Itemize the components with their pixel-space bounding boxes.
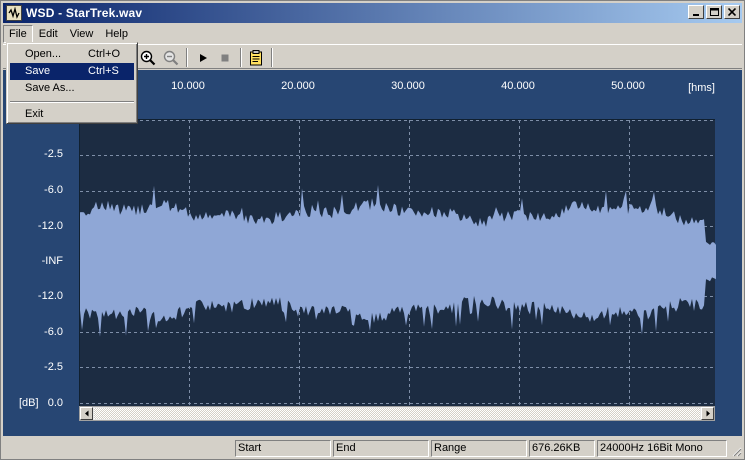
- status-bar: Start End Range 676.26KB 24000Hz 16Bit M…: [3, 438, 742, 457]
- properties-button[interactable]: [246, 48, 266, 67]
- maximize-button[interactable]: [706, 5, 722, 19]
- minimize-button[interactable]: [688, 5, 704, 19]
- zoom-out-icon: [163, 50, 179, 65]
- app-window: WSD - StarTrek.wav File Edit View Help 1…: [0, 0, 745, 460]
- time-unit-label: [hms]: [688, 82, 715, 94]
- zoom-out-button[interactable]: [161, 48, 181, 67]
- close-icon: [728, 8, 736, 16]
- status-start: Start: [235, 440, 331, 457]
- menu-bar: File Edit View Help: [3, 24, 742, 43]
- menu-item-save[interactable]: Save Ctrl+S: [10, 63, 134, 80]
- waveform-envelope: [80, 185, 716, 337]
- db-tick-label: -6.0: [44, 326, 63, 338]
- arrow-left-icon: [84, 410, 88, 417]
- menu-item-open[interactable]: Open... Ctrl+O: [10, 46, 134, 63]
- resize-grip-icon[interactable]: [730, 445, 742, 457]
- db-tick-label: -2.5: [44, 361, 63, 373]
- scrollbar-track[interactable]: [94, 408, 700, 419]
- db-unit-label: [dB]: [19, 397, 39, 409]
- horizontal-scrollbar[interactable]: [79, 406, 715, 421]
- db-tick-label: -12.0: [37, 290, 63, 302]
- play-button[interactable]: [193, 48, 213, 67]
- file-menu-dropdown: Open... Ctrl+O Save Ctrl+S Save As... Ex…: [6, 42, 138, 124]
- status-size: 676.26KB: [529, 440, 595, 457]
- title-bar[interactable]: WSD - StarTrek.wav: [3, 3, 742, 23]
- toolbar-separator: [240, 48, 242, 67]
- stop-icon: [221, 54, 229, 61]
- toolbar-separator: [186, 48, 188, 67]
- time-tick-label: 10.000: [171, 80, 205, 92]
- scroll-left-button[interactable]: [80, 407, 93, 420]
- time-tick-label: 40.000: [501, 80, 535, 92]
- zoom-in-icon: [140, 50, 156, 65]
- time-tick-label: 50.000: [611, 80, 645, 92]
- waveform-view[interactable]: 10.000 20.000 30.000 40.000 50.000 [hms]…: [3, 70, 742, 436]
- waveform-graphic: [80, 120, 716, 409]
- app-icon[interactable]: [6, 5, 22, 21]
- db-tick-label: -2.5: [44, 148, 63, 160]
- zoom-in-button[interactable]: [138, 48, 158, 67]
- menu-file[interactable]: File: [3, 24, 33, 43]
- time-tick-label: 20.000: [281, 80, 315, 92]
- status-format: 24000Hz 16Bit Mono: [597, 440, 727, 457]
- menu-edit[interactable]: Edit: [33, 25, 64, 43]
- play-icon: [200, 53, 207, 62]
- arrow-right-icon: [706, 410, 710, 417]
- scroll-right-button[interactable]: [701, 407, 714, 420]
- waveform-plot[interactable]: [79, 119, 716, 409]
- status-end: End: [333, 440, 429, 457]
- menu-help[interactable]: Help: [99, 25, 134, 43]
- close-button[interactable]: [724, 5, 740, 19]
- properties-icon: [250, 49, 262, 65]
- db-tick-label: -6.0: [44, 184, 63, 196]
- menu-separator: [10, 101, 134, 103]
- stop-button[interactable]: [215, 48, 235, 67]
- minimize-icon: [693, 14, 699, 16]
- menu-item-save-as[interactable]: Save As...: [10, 80, 134, 97]
- toolbar-separator: [271, 48, 273, 67]
- maximize-icon: [709, 8, 719, 16]
- status-range: Range: [431, 440, 527, 457]
- db-tick-label: -INF: [41, 255, 63, 267]
- caption-buttons: [686, 5, 740, 19]
- window-title: WSD - StarTrek.wav: [26, 6, 143, 20]
- menu-view[interactable]: View: [64, 25, 100, 43]
- time-tick-label: 30.000: [391, 80, 425, 92]
- db-tick-label: -12.0: [37, 220, 63, 232]
- menu-item-exit[interactable]: Exit: [10, 106, 134, 123]
